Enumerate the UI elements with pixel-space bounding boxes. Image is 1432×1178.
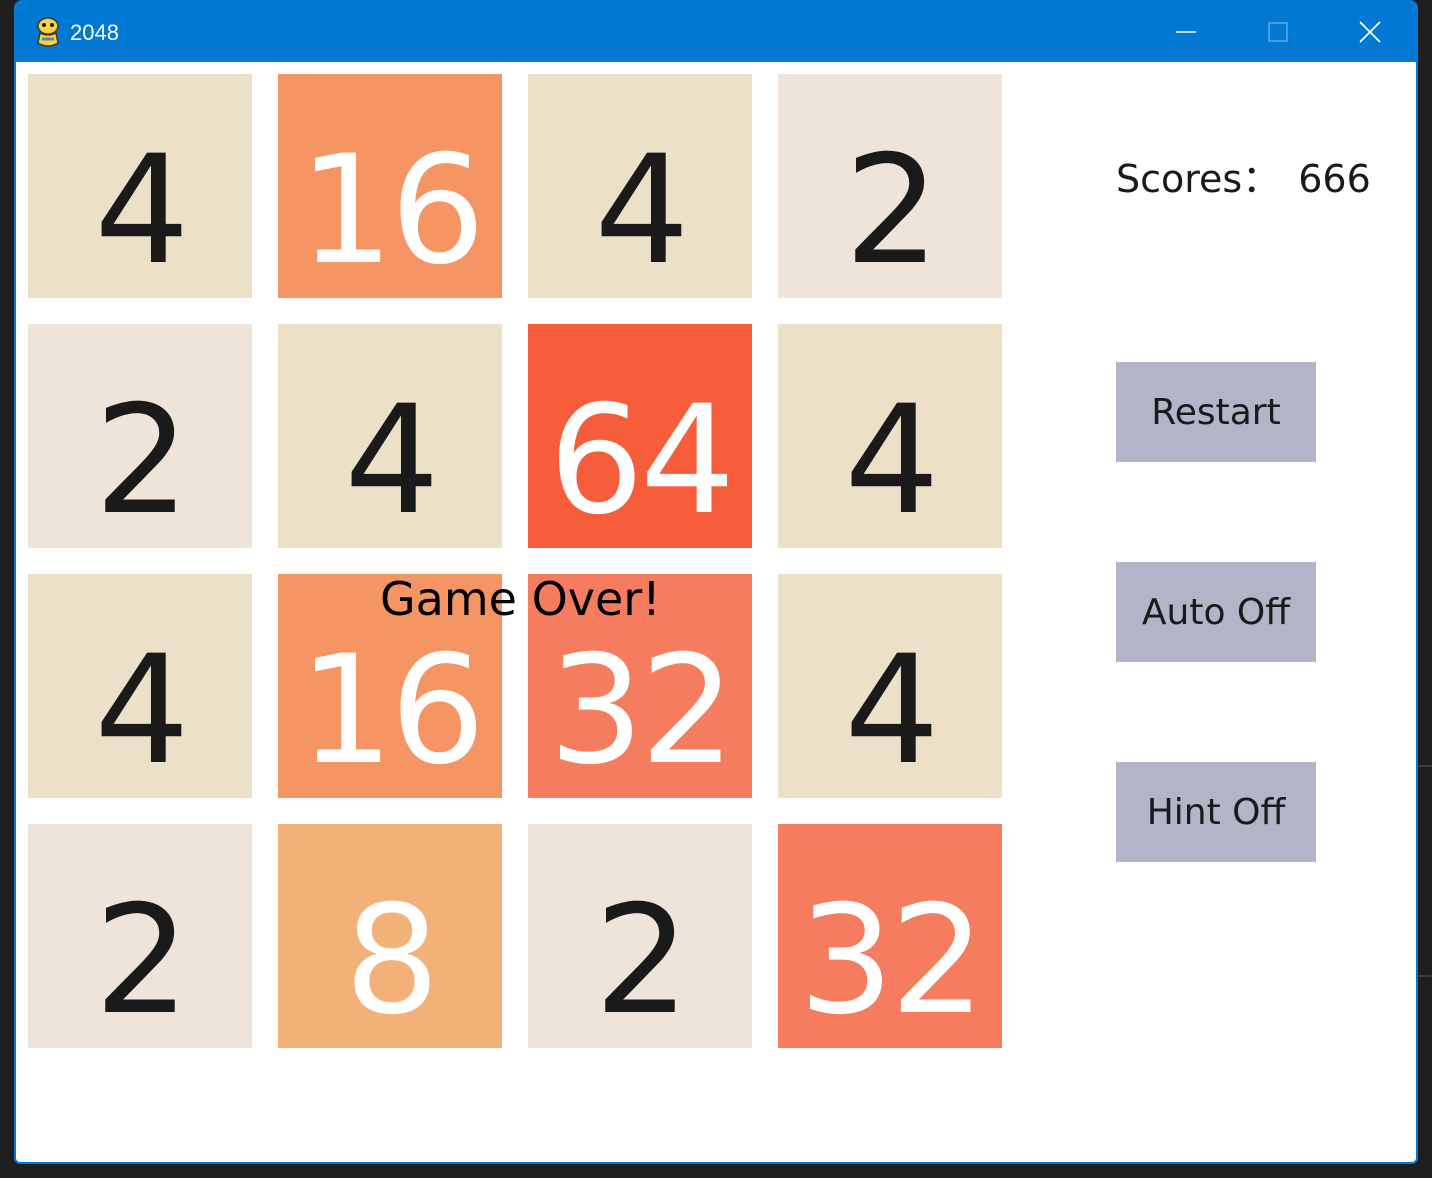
background-divider (1418, 765, 1432, 767)
game-over-message: Game Over! (380, 572, 661, 626)
tile: 4 (278, 324, 502, 548)
minimize-button[interactable] (1140, 2, 1232, 62)
score-display: Scores： 666 (1116, 148, 1371, 203)
close-icon (1359, 21, 1381, 43)
maximize-button[interactable] (1232, 2, 1324, 62)
tile: 4 (778, 324, 1002, 548)
tile: 4 (778, 574, 1002, 798)
tile: 4 (528, 74, 752, 298)
title-bar[interactable]: 2048 (16, 2, 1416, 62)
background-divider (1418, 975, 1432, 977)
tile: 64 (528, 324, 752, 548)
tile: 2 (528, 824, 752, 1048)
tile: 2 (28, 324, 252, 548)
tile: 32 (778, 824, 1002, 1048)
python-snake-icon (37, 17, 59, 47)
tile: 2 (28, 824, 252, 1048)
game-window: 2048 4 16 4 2 2 4 64 4 4 16 32 4 2 8 2 3… (14, 0, 1418, 1164)
tile: 4 (28, 74, 252, 298)
maximize-icon (1268, 22, 1288, 42)
tile: 4 (28, 574, 252, 798)
tile: 8 (278, 824, 502, 1048)
restart-button[interactable]: Restart (1116, 362, 1316, 462)
score-label: Scores： (1116, 157, 1281, 201)
close-button[interactable] (1324, 2, 1416, 62)
auto-toggle-button[interactable]: Auto Off (1116, 562, 1316, 662)
tile: 16 (278, 74, 502, 298)
minimize-icon (1176, 31, 1196, 33)
tile: 2 (778, 74, 1002, 298)
hint-toggle-button[interactable]: Hint Off (1116, 762, 1316, 862)
window-title: 2048 (70, 20, 119, 45)
score-value: 666 (1298, 157, 1371, 201)
